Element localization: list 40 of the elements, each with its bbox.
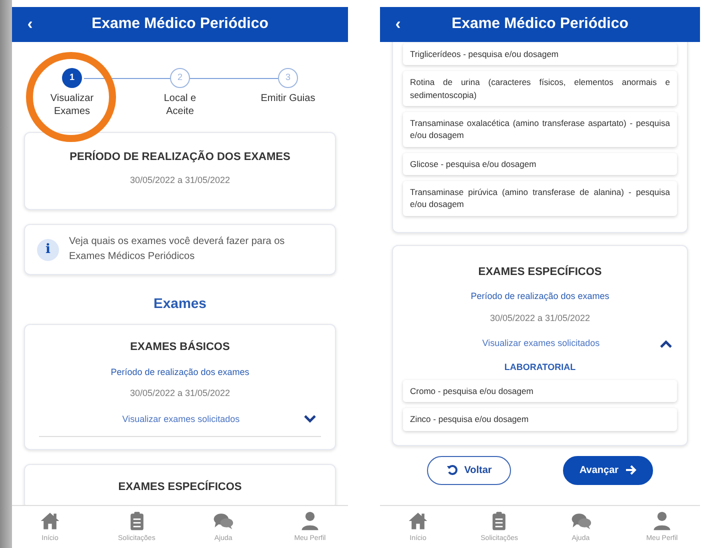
info-icon: i bbox=[37, 238, 59, 260]
card-title: EXAMES ESPECÍFICOS bbox=[117, 479, 243, 495]
step-label: Emitir Guias bbox=[260, 92, 316, 105]
screen-title: Exame Médico Periódico bbox=[450, 14, 630, 34]
card-title: PERÍODO DE REALIZAÇÃO DOS EXAMES bbox=[68, 149, 292, 165]
back-button[interactable]: ‹ bbox=[380, 12, 416, 36]
next-button[interactable]: Avançar bbox=[563, 456, 653, 485]
exam-item: Triglicerídeos - pesquisa e/ou dosagem bbox=[403, 43, 677, 66]
screen-title: Exame Médico Periódico bbox=[90, 14, 270, 34]
chevron-up-icon[interactable] bbox=[659, 338, 673, 349]
view-exams-link[interactable]: Visualizar exames solicitados bbox=[39, 412, 303, 426]
step-number[interactable]: 1 bbox=[62, 68, 82, 88]
view-exams-link[interactable]: Visualizar exames solicitados bbox=[403, 337, 659, 350]
step-number[interactable]: 3 bbox=[278, 68, 298, 88]
arrow-right-icon bbox=[624, 465, 637, 476]
info-text: Veja quais os exames você deverá fazer para os Exames Médicos Periódicos bbox=[69, 235, 286, 264]
step-number[interactable]: 2 bbox=[170, 68, 190, 88]
undo-icon bbox=[446, 464, 458, 476]
exam-item: Zinco - pesquisa e/ou dosagem bbox=[403, 408, 677, 431]
date-range: 30/05/2022 a 31/05/2022 bbox=[488, 312, 592, 324]
card-title: EXAMES ESPECÍFICOS bbox=[477, 264, 603, 280]
card-title: EXAMES BÁSICOS bbox=[129, 339, 231, 355]
exam-item: Transaminase oxalacética (amino transferase aspartato) - pesquisa e/ou dosagem bbox=[403, 112, 677, 147]
step-label: Local e Aceite bbox=[162, 92, 198, 118]
exam-item: Glicose - pesquisa e/ou dosagem bbox=[403, 152, 677, 175]
exam-item: Transaminase pirúvica (amino transferase de alanina) - pesquisa e/ou dosagem bbox=[403, 180, 677, 216]
period-label: Período de realização dos exames bbox=[470, 290, 610, 303]
date-range: 30/05/2022 a 31/05/2022 bbox=[128, 387, 232, 400]
step-label: Visualizar Exames bbox=[49, 92, 95, 118]
back-button[interactable]: Voltar bbox=[427, 456, 511, 485]
category-label: LABORATORIAL bbox=[503, 360, 577, 374]
home-icon[interactable] bbox=[39, 510, 61, 532]
exam-item: Cromo - pesquisa e/ou dosagem bbox=[403, 380, 677, 402]
exam-item: Rotina de urina (caracteres físicos, elementos anormais e sedimentoscopia) bbox=[403, 71, 677, 106]
section-title: Exames bbox=[152, 294, 208, 313]
chevron-down-icon[interactable] bbox=[303, 414, 317, 424]
home-icon[interactable] bbox=[407, 510, 429, 532]
back-button[interactable]: ‹ bbox=[12, 12, 48, 36]
period-label: Período de realização dos exames bbox=[110, 366, 250, 379]
date-range: 30/05/2022 a 31/05/2022 bbox=[128, 174, 232, 186]
